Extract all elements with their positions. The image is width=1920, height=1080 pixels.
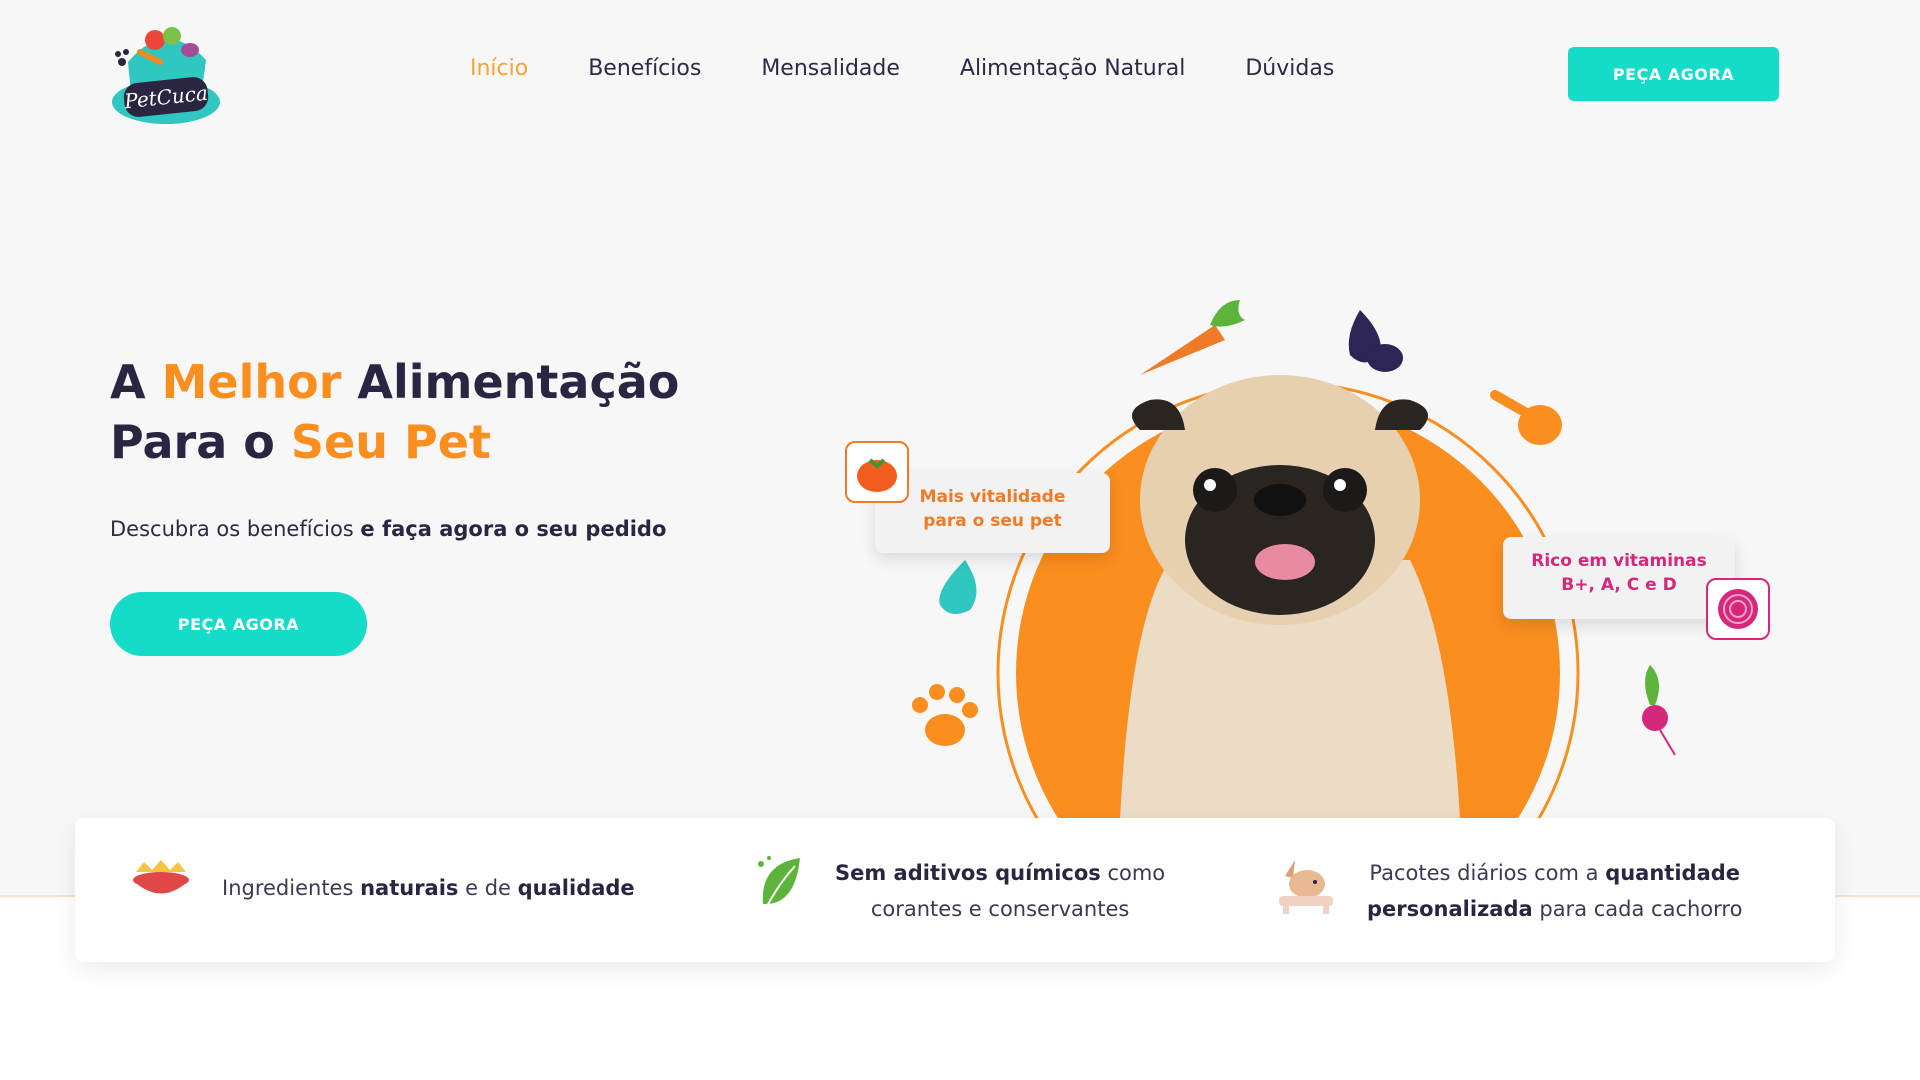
hero-subtitle-plain: Descubra os benefícios — [110, 517, 361, 541]
feature-natural-ingredients: Ingredientes naturais e de qualidade — [130, 858, 635, 917]
beet-icon — [1642, 665, 1676, 756]
vitamins-tag-line: Rico em vitaminas — [1531, 551, 1707, 571]
feature-text-bold: personalizada — [1367, 896, 1533, 921]
feature-text: para cada cachorro — [1532, 896, 1743, 921]
hero-order-button[interactable]: PEÇA AGORA — [110, 592, 367, 656]
hero-title: A Melhor Alimentação Para o Seu Pet — [110, 352, 679, 472]
header-order-button[interactable]: PEÇA AGORA — [1568, 47, 1779, 101]
teal-drop-icon — [939, 560, 977, 614]
hero-title-highlight: Melhor — [161, 355, 342, 409]
hero-title-part: Alimentação — [341, 355, 680, 409]
feature-text: Pacotes diários com a — [1369, 860, 1606, 885]
hero-title-part: A — [110, 355, 162, 409]
hero-title-highlight: Seu Pet — [290, 415, 491, 469]
hero-subtitle: Descubra os benefícios e faça agora o se… — [110, 517, 666, 541]
petcuca-logo[interactable]: PetCuca — [110, 22, 222, 126]
feature-daily-packs: Pacotes diários com a quantidade persona… — [1275, 854, 1742, 927]
tomato-icon — [845, 441, 909, 503]
feature-text-bold: Sem aditivos químicos — [835, 860, 1101, 885]
vitality-tag: Mais vitalidade para o seu pet — [875, 473, 1110, 553]
carrot-icon — [1140, 300, 1245, 375]
hero-subtitle-bold: e faça agora o seu pedido — [360, 517, 667, 541]
leaf-icon — [755, 854, 805, 927]
vitamins-tag-line: B+, A, C e D — [1561, 575, 1677, 595]
paw-icon — [912, 684, 978, 746]
ingredients-bowl-icon — [130, 858, 192, 917]
hero-title-part: Para o — [110, 415, 291, 469]
feature-text: como — [1100, 860, 1166, 885]
feature-text-bold: qualidade — [517, 875, 635, 900]
feature-text-bold: naturais — [360, 875, 459, 900]
vitality-tag-line: para o seu pet — [923, 511, 1062, 531]
feature-no-additives: Sem aditivos químicos como corantes e co… — [755, 854, 1165, 927]
vitality-tag-line: Mais vitalidade — [919, 487, 1066, 507]
site-header: PetCuca Início Benefícios Mensalidade Al… — [0, 0, 1920, 150]
feature-text: corantes e conservantes — [870, 896, 1130, 921]
feature-text-bold: quantidade — [1605, 860, 1741, 885]
nav-item-inicio[interactable]: Início — [470, 56, 528, 81]
main-nav: Início Benefícios Mensalidade Alimentaçã… — [470, 56, 1334, 81]
beet-slice-icon — [1706, 578, 1770, 640]
nav-item-alimentacao-natural[interactable]: Alimentação Natural — [960, 56, 1185, 81]
features-bar: Ingredientes naturais e de qualidade Sem… — [75, 818, 1835, 962]
nav-item-duvidas[interactable]: Dúvidas — [1245, 56, 1334, 81]
chicken-leg-icon — [1490, 390, 1562, 445]
dog-bowl-icon — [1275, 854, 1337, 927]
feature-text: e de — [458, 875, 518, 900]
feature-text: Ingredientes — [222, 875, 361, 900]
nav-item-beneficios[interactable]: Benefícios — [588, 56, 701, 81]
vitamins-tag: Rico em vitaminas B+, A, C e D — [1503, 537, 1735, 619]
nav-item-mensalidade[interactable]: Mensalidade — [761, 56, 900, 81]
